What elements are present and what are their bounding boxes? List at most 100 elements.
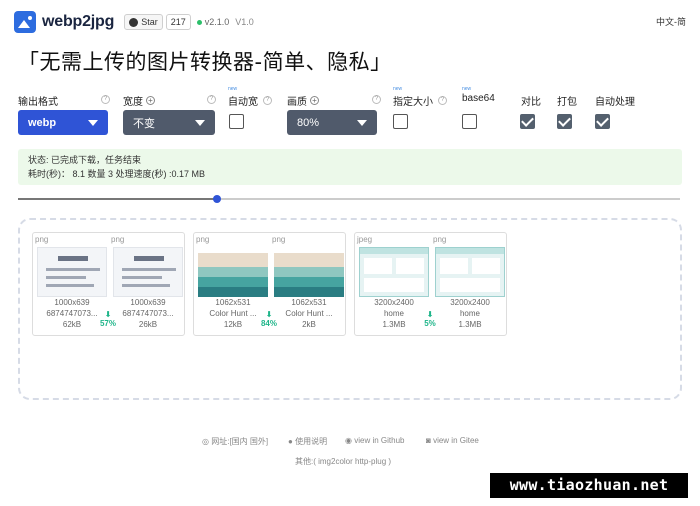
github-star-label: Star [141,17,158,27]
progress-knob[interactable] [212,195,221,203]
footer-gitee-text: view in Gitee [433,436,479,445]
quality-select-value: 80% [297,116,320,129]
header: webp2jpg Star 217 v2.1.0 V1.0 [14,10,254,34]
width-label-text: 宽度 [123,97,143,108]
auto-process-checkbox[interactable] [595,114,610,129]
footer-github-text: view in Github [354,436,405,445]
image-size: 2kB [302,320,316,329]
image-thumbnail[interactable] [198,247,268,297]
width-help-icon[interactable]: ? [207,95,216,104]
github-star-button[interactable]: Star [124,14,163,30]
auto-width-checkbox[interactable] [229,114,244,129]
format-select-value: webp [28,116,57,129]
chevron-down-icon [357,120,367,126]
progress-bar[interactable] [18,195,680,203]
size-label: 指定大小 ? [393,93,447,108]
base64-checkbox[interactable] [462,114,477,129]
pack-checkbox[interactable] [557,114,572,129]
image-info: 3200x2400 home 1.3MB [433,297,507,330]
image-thumbnail[interactable] [359,247,429,297]
quality-add-icon[interactable]: + [310,96,319,105]
version-legacy-link[interactable]: V1.0 [235,17,254,27]
version-current[interactable]: v2.1.0 [205,17,230,27]
image-thumbnail[interactable] [274,247,344,297]
image-dimensions: 3200x2400 [450,298,490,307]
image-dimensions: 1062x531 [215,298,251,307]
footer-site-text: 网址:[国内 国外] [211,437,269,446]
status-line: 状态: 已完成下载，任务结束 [28,155,142,165]
app-logo-icon[interactable] [14,11,36,33]
image-dimensions: 1000x639 [130,298,166,307]
auto-process-label: 自动处理 [595,93,635,108]
pack-label: 打包 [557,93,577,108]
auto-process-label-text: 自动处理 [595,97,635,108]
image-info: 1000x639 6874747073... 26kB [111,297,185,330]
image-name: Color Hunt ... [285,309,333,318]
quality-select[interactable]: 80% [287,110,377,135]
result-card[interactable]: png 1000x639 6874747073... 62kB ⬇ 57% pn… [32,232,185,336]
image-name: home [459,309,480,318]
width-select-value: 不变 [133,117,155,130]
image-thumbnail[interactable] [37,247,107,297]
format-help-icon[interactable]: ? [101,95,110,104]
result-card[interactable]: jpeg 3200x2400 home 1.3MB ⬇ 5% png 3200x… [354,232,507,336]
footer-gitee-link[interactable]: ◙ view in Gitee [426,436,479,445]
image-dimensions: 1062x531 [291,298,327,307]
help-icon: ● [288,437,293,446]
image-info: 1062x531 Color Hunt ... 2kB [272,297,346,330]
result-card[interactable]: png 1062x531 Color Hunt ... 12kB ⬇ 84% p… [193,232,346,336]
image-dimensions: 3200x2400 [374,298,414,307]
version-status-dot [196,19,202,25]
globe-icon: ◎ [202,437,209,446]
compare-checkbox[interactable] [520,114,535,129]
timing-line: 耗时(秒)： 8.1 数量 3 处理速度(秒) :0.17 MB [28,169,206,179]
footer-others-text: 其他:( img2color http-plug ) [295,457,392,466]
footer-others[interactable]: 其他:( img2color http-plug ) [295,456,391,467]
size-help-icon[interactable]: ? [438,96,447,105]
format-select[interactable]: webp [18,110,108,135]
image-thumbnail[interactable] [435,247,505,297]
image-thumbnail[interactable] [113,247,183,297]
footer-manual-link[interactable]: ● 使用说明 [288,436,327,447]
width-select[interactable]: 不变 [123,110,215,135]
language-select[interactable]: 中文-简 [656,15,686,28]
base64-label-text: base64 [462,93,495,104]
image-format: png [272,235,286,244]
footer-manual-text: 使用说明 [295,437,328,446]
page-title: 「无需上传的图片转换器-简单、隐私」 [18,50,392,74]
footer-site-link[interactable]: ◎ 网址:[国内 国外] [202,436,268,447]
quality-label: 画质 + [287,93,319,108]
size-label-text: 指定大小 [393,97,433,108]
watermark: www.tiaozhuan.net [490,473,688,498]
compare-label-text: 对比 [521,97,541,108]
image-size: 26kB [138,320,158,329]
quality-label-text: 画质 [287,97,307,108]
format-label-text: 输出格式 [18,97,58,108]
progress-fill [18,198,217,200]
width-label: 宽度 + [123,93,155,108]
image-format: png [111,235,125,244]
size-checkbox[interactable] [393,114,408,129]
pack-label-text: 打包 [557,97,577,108]
chevron-down-icon [195,120,205,126]
new-tag: new [393,86,403,92]
app-title[interactable]: webp2jpg [42,13,114,31]
auto-width-help-icon[interactable]: ? [263,96,272,105]
format-label: 输出格式 [18,93,58,108]
image-name: 6874747073... [122,309,174,318]
compare-label: 对比 [521,93,541,108]
width-add-icon[interactable]: + [146,96,155,105]
image-format: png [196,235,210,244]
footer-github-link[interactable]: ◉ view in Github [345,436,404,445]
github-star-count[interactable]: 217 [165,14,191,30]
new-tag: new [228,86,238,92]
quality-help-icon[interactable]: ? [372,95,381,104]
github-icon: ◉ [345,436,352,445]
image-format: png [433,235,447,244]
auto-width-label: 自动宽 ? [228,93,272,108]
image-size: 1.3MB [458,320,482,329]
image-dimensions: 1000x639 [54,298,90,307]
status-panel: 状态: 已完成下载，任务结束 耗时(秒)： 8.1 数量 3 处理速度(秒) :… [18,149,682,185]
image-format: jpeg [357,235,373,244]
base64-label: base64 [462,93,495,104]
